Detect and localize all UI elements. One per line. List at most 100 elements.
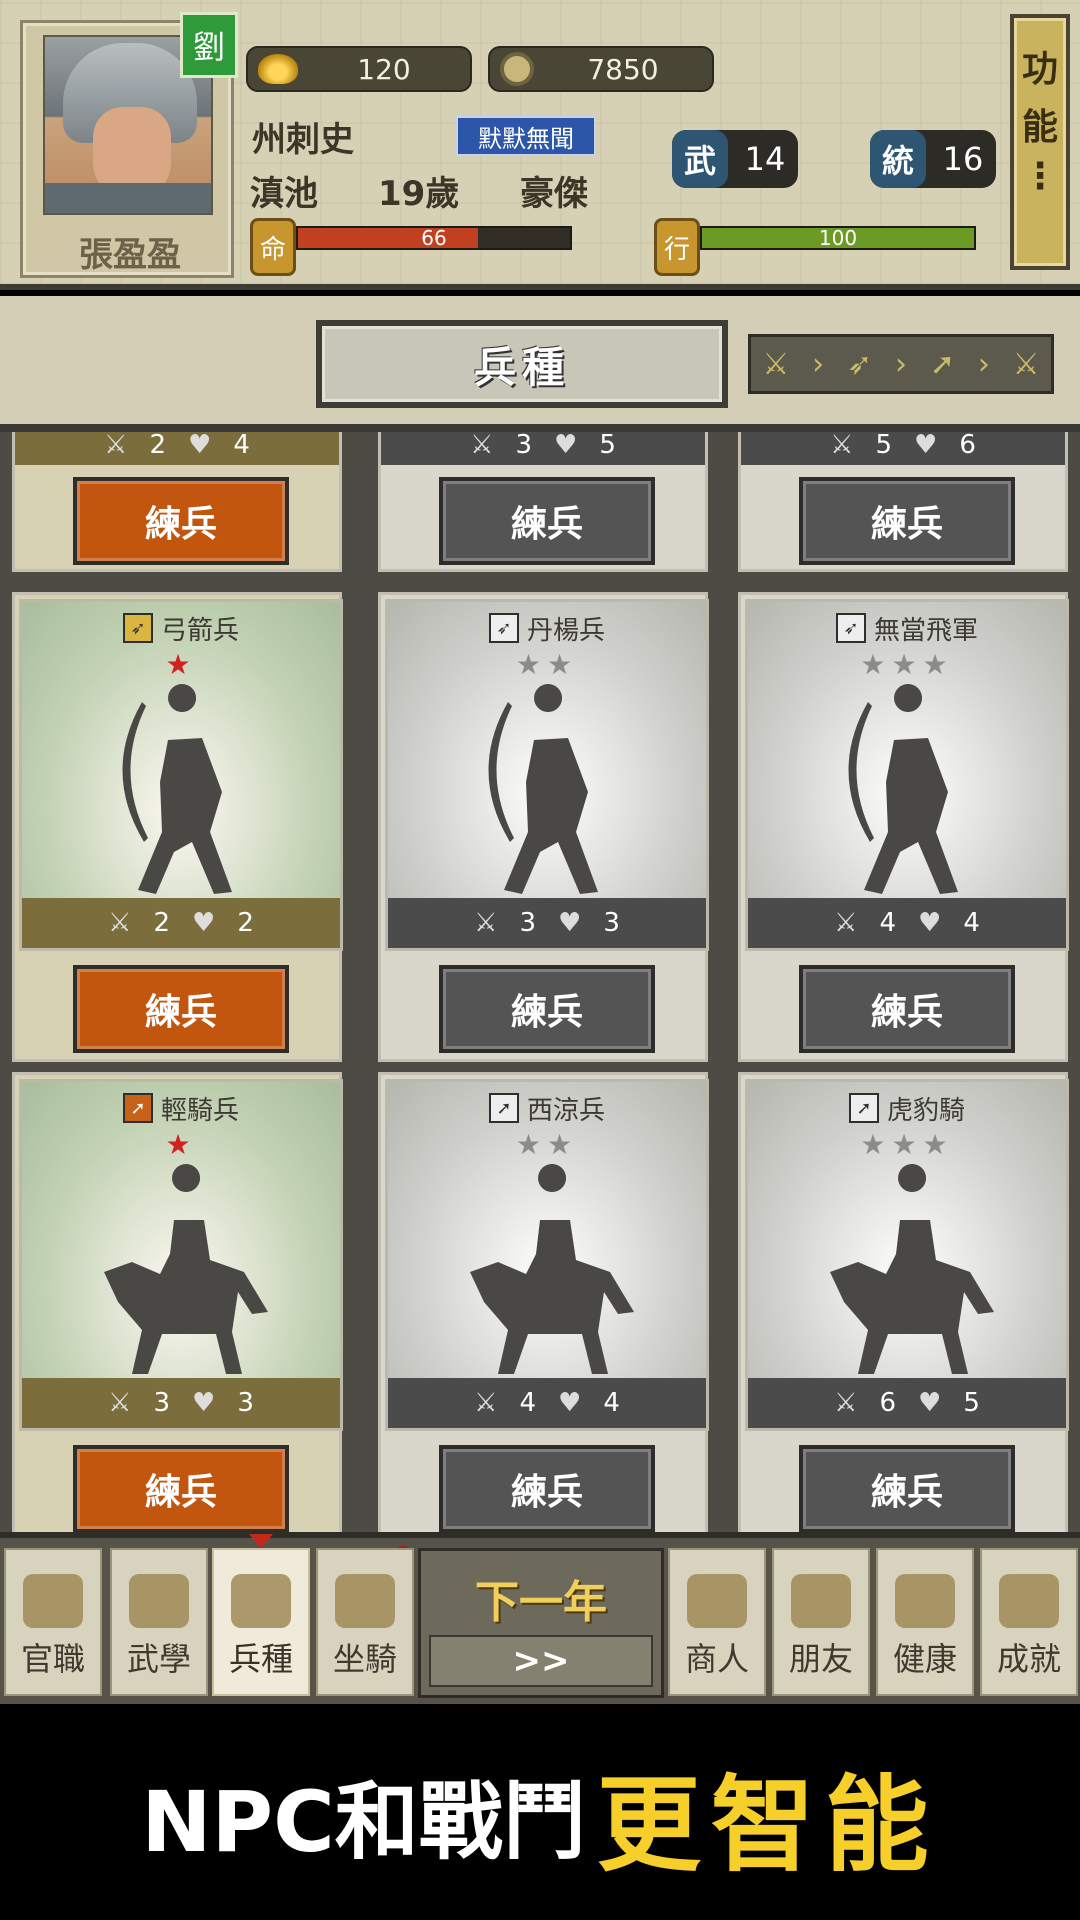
troop-name: 虎豹騎 <box>886 1095 965 1126</box>
troop-stars: ★★★ <box>860 648 954 681</box>
spear-icon: ➚ <box>929 346 955 382</box>
section-title: 兵種 <box>316 320 728 408</box>
sword-icon: ⚔ <box>1012 346 1040 382</box>
character-header: 張盈盈 劉 120 7850 州刺史 默默無聞 滇池 19歲 豪傑 武 14 統… <box>0 0 1080 290</box>
section-title-band: 兵種 ⚔ › ➶ › ➚ › ⚔ <box>0 296 1080 432</box>
archer-silhouette <box>848 684 958 894</box>
train-button[interactable]: 練兵 <box>799 477 1015 565</box>
gold-ingot-icon <box>258 54 298 84</box>
defense-icon: ♥ <box>192 908 216 938</box>
stat-command: 統 16 <box>870 130 996 188</box>
archer-silhouette <box>122 684 232 894</box>
troop-card[interactable]: ➚ 西涼兵 ★★ ⚔ 4 ♥ 4 <box>385 1079 709 1431</box>
action-icon: 行 <box>654 218 700 276</box>
action-value: 100 <box>818 226 858 250</box>
troop-grid[interactable]: ⚔ 2 ♥ 4 練兵 ⚔ 3 ♥ 5 練兵 ⚔ 5 ♥ 6 練兵 ➶ 弓箭兵 ★ ⚔ 2 ♥ 2 練兵 ➶ 丹楊兵 ★★ ⚔ 3 ♥ 3 練… <box>0 432 1080 1532</box>
troop-name: 無當飛軍 <box>873 615 978 646</box>
troop-stat-strip: ⚔ 4 ♥ 4 <box>388 1378 706 1428</box>
troop-stat-strip: ⚔ 5 ♥ 6 <box>741 432 1065 465</box>
office-title: 州刺史 <box>252 120 354 160</box>
action-bar: 100 <box>700 226 976 250</box>
defense-value: 5 <box>599 432 616 460</box>
next-year-title: 下一年 <box>475 1577 607 1628</box>
troop-name: 輕騎兵 <box>160 1095 239 1126</box>
troop-name: 西涼兵 <box>526 1095 605 1126</box>
troop-cell[interactable]: ➚ 虎豹騎 ★★★ ⚔ 6 ♥ 5 練兵 <box>738 1072 1069 1532</box>
troop-card-header: ➶ 無當飛軍 <box>748 608 1066 648</box>
attack-value: 4 <box>879 908 896 938</box>
attack-value: 5 <box>875 432 892 460</box>
train-button[interactable]: 練兵 <box>799 965 1015 1053</box>
nav-item-5[interactable]: 朋友 <box>772 1548 870 1696</box>
coin-icon <box>500 52 534 86</box>
troop-cell-partial: ⚔ 3 ♥ 5 練兵 <box>378 432 708 572</box>
next-year-button[interactable]: >> <box>429 1635 653 1687</box>
troop-order-indicator[interactable]: ⚔ › ➶ › ➚ › ⚔ <box>748 334 1054 394</box>
nav-icon <box>687 1574 747 1628</box>
troop-stars: ★ <box>165 648 197 681</box>
coin-counter: 7850 <box>488 46 714 92</box>
train-button[interactable]: 練兵 <box>73 1445 289 1532</box>
attack-icon: ⚔ <box>470 432 494 460</box>
troop-card-header: ➶ 弓箭兵 <box>22 608 340 648</box>
attack-icon: ⚔ <box>474 908 498 938</box>
banner-text-white: NPC和戰鬥 <box>141 1772 587 1871</box>
next-year-panel[interactable]: 下一年 >> <box>418 1548 664 1698</box>
cavalry-silhouette <box>104 1164 268 1374</box>
coin-value: 7850 <box>587 52 659 86</box>
banner-text-yellow: 更智能 <box>596 1763 939 1886</box>
gold-value: 120 <box>357 52 411 86</box>
troop-card[interactable]: ➶ 丹楊兵 ★★ ⚔ 3 ♥ 3 <box>385 599 709 951</box>
troop-name: 弓箭兵 <box>160 615 239 646</box>
troop-cell[interactable]: ➶ 丹楊兵 ★★ ⚔ 3 ♥ 3 練兵 <box>378 592 709 1062</box>
troop-stars: ★★ <box>515 648 579 681</box>
troop-card[interactable]: ➚ 輕騎兵 ★ ⚔ 3 ♥ 3 <box>19 1079 343 1431</box>
troop-card[interactable]: ➶ 弓箭兵 ★ ⚔ 2 ♥ 2 <box>19 599 343 951</box>
stat-martial: 武 14 <box>672 130 798 188</box>
attack-icon: ⚔ <box>474 1388 498 1418</box>
train-button[interactable]: 練兵 <box>73 965 289 1053</box>
train-button[interactable]: 練兵 <box>439 965 655 1053</box>
life-bar: 66 <box>296 226 572 250</box>
defense-icon: ♥ <box>188 432 212 460</box>
troop-cell-partial: ⚔ 2 ♥ 4 練兵 <box>12 432 342 572</box>
defense-icon: ♥ <box>558 1388 582 1418</box>
nav-item-0[interactable]: 官職 <box>4 1548 102 1696</box>
troop-cell[interactable]: ➚ 西涼兵 ★★ ⚔ 4 ♥ 4 練兵 <box>378 1072 709 1532</box>
train-button[interactable]: 練兵 <box>73 477 289 565</box>
train-button[interactable]: 練兵 <box>439 1445 655 1532</box>
troop-stars: ★★ <box>515 1128 579 1161</box>
troop-cell[interactable]: ➚ 輕騎兵 ★ ⚔ 3 ♥ 3 練兵 <box>12 1072 343 1532</box>
bow-icon: ➶ <box>488 613 519 643</box>
troop-stat-strip: ⚔ 3 ♥ 5 <box>381 432 705 465</box>
troop-card[interactable]: ➶ 無當飛軍 ★★★ ⚔ 4 ♥ 4 <box>745 599 1069 951</box>
gold-counter: 120 <box>246 46 472 92</box>
troop-card-header: ➚ 虎豹騎 <box>748 1088 1066 1128</box>
troop-card-header: ➚ 輕騎兵 <box>22 1088 340 1128</box>
train-button[interactable]: 練兵 <box>799 1445 1015 1532</box>
function-menu-button[interactable]: 功 能 ⋮ <box>1010 14 1070 270</box>
troop-cell[interactable]: ➶ 弓箭兵 ★ ⚔ 2 ♥ 2 練兵 <box>12 592 343 1062</box>
troop-cell[interactable]: ➶ 無當飛軍 ★★★ ⚔ 4 ♥ 4 練兵 <box>738 592 1069 1062</box>
promo-banner: NPC和戰鬥 更智能 <box>0 1710 1080 1920</box>
troop-stat-strip: ⚔ 3 ♥ 3 <box>22 1378 340 1428</box>
attack-icon: ⚔ <box>104 432 128 460</box>
nav-icon <box>335 1574 395 1628</box>
nav-item-7[interactable]: 成就 <box>980 1548 1078 1696</box>
attack-value: 3 <box>515 432 532 460</box>
nav-item-label: 兵種 <box>228 1640 293 1678</box>
nav-item-4[interactable]: 商人 <box>668 1548 766 1696</box>
attack-icon: ⚔ <box>834 908 858 938</box>
attack-value: 4 <box>519 1388 536 1418</box>
nav-item-3[interactable]: 坐騎 <box>316 1548 414 1696</box>
troop-card[interactable]: ➚ 虎豹騎 ★★★ ⚔ 6 ♥ 5 <box>745 1079 1069 1431</box>
defense-icon: ♥ <box>914 432 938 460</box>
nav-item-2[interactable]: 兵種 <box>212 1548 310 1696</box>
nav-item-6[interactable]: 健康 <box>876 1548 974 1696</box>
nav-item-1[interactable]: 武學 <box>110 1548 208 1696</box>
nav-item-label: 健康 <box>892 1640 957 1678</box>
nav-icon <box>895 1574 955 1628</box>
attack-value: 3 <box>519 908 536 938</box>
train-button[interactable]: 練兵 <box>439 477 655 565</box>
cavalry-silhouette <box>470 1164 634 1374</box>
